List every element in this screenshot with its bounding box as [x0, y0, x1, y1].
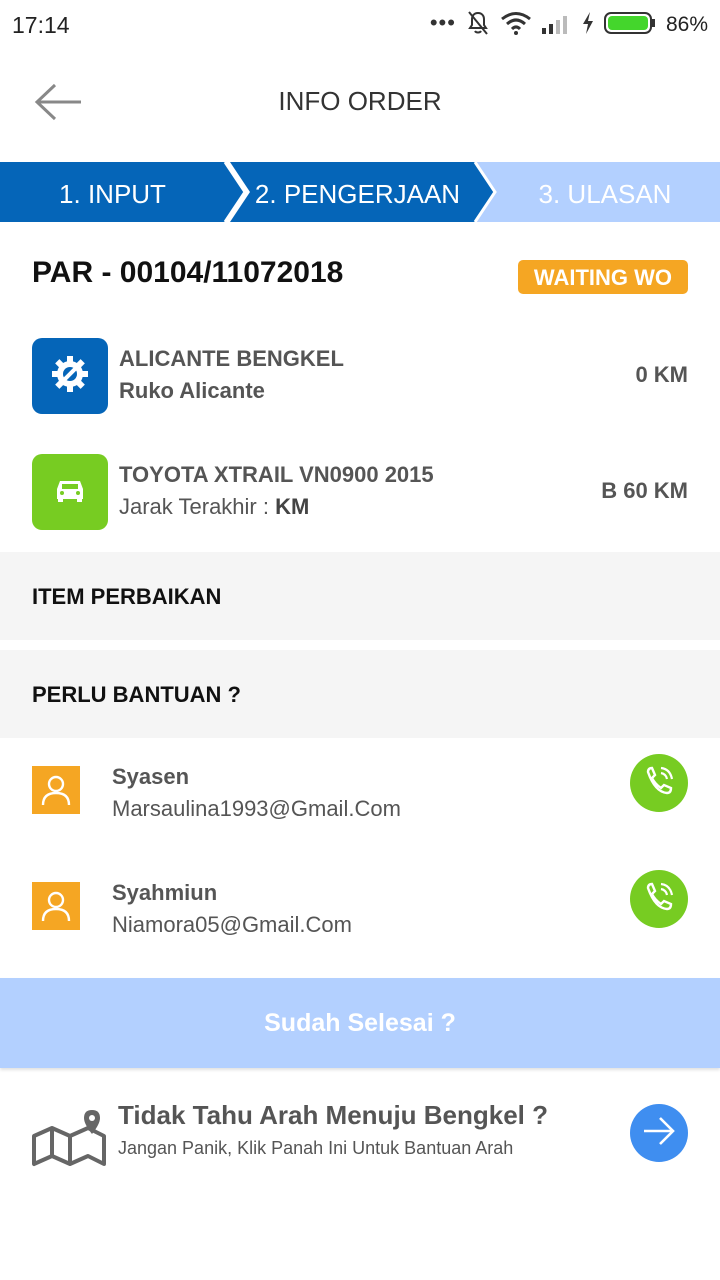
- repair-items-section[interactable]: ITEM PERBAIKAN: [0, 552, 720, 640]
- order-header: PAR - 00104/11072018 WAITING WO: [0, 246, 720, 306]
- status-badge: WAITING WO: [517, 260, 688, 294]
- workshop-info[interactable]: ALICANTE BENGKEL Ruko Alicante 0 KM: [0, 338, 720, 418]
- gear-wrench-icon: [50, 354, 90, 399]
- step-input[interactable]: 1. INPUT: [0, 162, 225, 222]
- directions-help: Tidak Tahu Arah Menuju Bengkel ? Jangan …: [0, 1090, 720, 1180]
- step-pengerjaan[interactable]: 2. PENGERJAAN: [240, 162, 475, 222]
- status-icons: ••• 86%: [430, 8, 708, 42]
- repair-items-title: ITEM PERBAIKAN: [32, 584, 222, 609]
- user-icon: [32, 766, 80, 814]
- workshop-distance: 0 KM: [635, 362, 688, 387]
- contact-name: Syasen: [112, 764, 190, 789]
- workshop-icon-box: [32, 338, 108, 414]
- workshop-name: ALICANTE BENGKEL: [119, 346, 344, 371]
- user-icon: [32, 882, 80, 930]
- directions-button[interactable]: [630, 1104, 688, 1162]
- battery-percent: 86%: [665, 13, 708, 36]
- car-icon: [54, 477, 86, 508]
- battery-icon: [603, 11, 656, 40]
- directions-subtitle: Jangan Panik, Klik Panah Ini Untuk Bantu…: [118, 1138, 514, 1158]
- contact-email: Niamora05@Gmail.Com: [112, 912, 352, 937]
- contact-item: Syahmiun Niamora05@Gmail.Com: [0, 870, 720, 962]
- need-help-section: PERLU BANTUAN ?: [0, 650, 720, 738]
- bell-off-icon: [466, 10, 490, 41]
- dots-icon: •••: [429, 10, 456, 35]
- vehicle-plate-distance: B 60 KM: [601, 478, 688, 503]
- contact-name: Syahmiun: [112, 880, 218, 905]
- map-pin-icon: [30, 1108, 108, 1173]
- directions-title: Tidak Tahu Arah Menuju Bengkel ?: [118, 1100, 549, 1130]
- vehicle-icon-box: [32, 454, 108, 530]
- arrow-right-icon: [642, 1116, 676, 1151]
- charging-icon: [582, 11, 594, 39]
- workshop-address: Ruko Alicante: [119, 378, 265, 403]
- vehicle-name: TOYOTA XTRAIL VN0900 2015: [119, 462, 434, 487]
- need-help-title: PERLU BANTUAN ?: [32, 682, 241, 707]
- phone-icon: [642, 880, 676, 919]
- step-ulasan[interactable]: 3. ULASAN: [490, 162, 720, 222]
- last-distance-value: KM: [275, 494, 310, 519]
- wifi-icon: [500, 11, 532, 40]
- page-title: INFO ORDER: [278, 86, 442, 116]
- vehicle-info[interactable]: TOYOTA XTRAIL VN0900 2015 Jarak Terakhir…: [0, 454, 720, 534]
- done-button[interactable]: Sudah Selesai ?: [0, 978, 720, 1068]
- call-button[interactable]: [630, 870, 688, 928]
- order-number: PAR - 00104/11072018: [32, 256, 344, 289]
- contact-item: Syasen Marsaulina1993@Gmail.Com: [0, 754, 720, 846]
- phone-icon: [642, 764, 676, 803]
- signal-icon: [541, 12, 572, 39]
- status-time: 17:14: [12, 12, 70, 38]
- vehicle-last-distance: Jarak Terakhir : KM: [119, 494, 309, 520]
- last-distance-label: Jarak Terakhir :: [119, 494, 276, 519]
- progress-stepper: 1. INPUT 2. PENGERJAAN 3. ULASAN: [0, 162, 720, 222]
- call-button[interactable]: [630, 754, 688, 812]
- contact-email: Marsaulina1993@Gmail.Com: [112, 796, 401, 821]
- app-header: INFO ORDER: [0, 50, 720, 160]
- status-bar: 17:14 ••• 86%: [0, 0, 720, 50]
